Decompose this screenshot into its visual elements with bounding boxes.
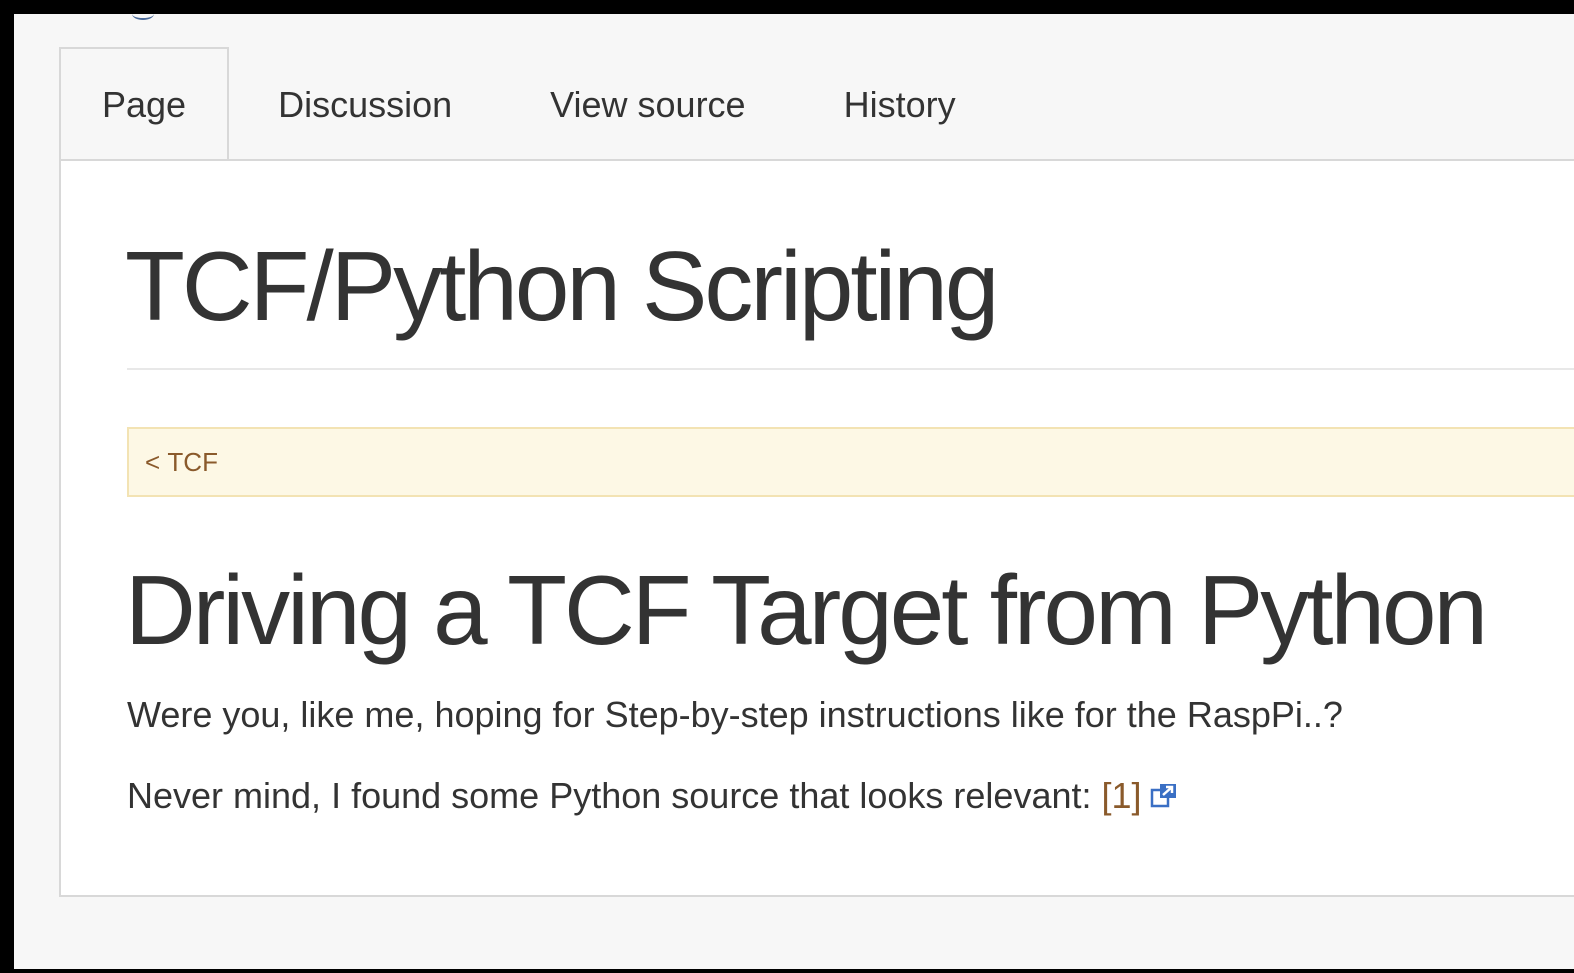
tab-page[interactable]: Page xyxy=(59,47,230,161)
tab-view-source[interactable]: View source xyxy=(501,47,794,161)
section-heading: Driving a TCF Target from Python xyxy=(125,555,1488,665)
external-link-label: [1] xyxy=(1101,775,1142,816)
breadcrumb-link-tcf[interactable]: TCF xyxy=(167,447,218,478)
content-area: TCF/Python Scripting < TCF Driving a TCF… xyxy=(59,159,1574,897)
breadcrumb: < TCF xyxy=(127,427,1574,497)
paragraph-2: Never mind, I found some Python source t… xyxy=(127,778,1178,816)
tab-discussion[interactable]: Discussion xyxy=(229,47,501,161)
cropped-logo-fragment xyxy=(132,14,154,20)
page-tabs: Page Discussion View source History xyxy=(59,47,1005,161)
external-link-icon[interactable] xyxy=(1150,780,1178,816)
external-link[interactable]: [1] xyxy=(1102,775,1178,816)
breadcrumb-prefix: < xyxy=(145,446,168,477)
title-divider xyxy=(127,368,1574,370)
browser-viewport: Page Discussion View source History TCF/… xyxy=(14,14,1574,969)
paragraph-2-text: Never mind, I found some Python source t… xyxy=(127,775,1102,816)
paragraph-1: Were you, like me, hoping for Step-by-st… xyxy=(127,694,1343,735)
page-title: TCF/Python Scripting xyxy=(125,231,999,341)
tab-history[interactable]: History xyxy=(795,47,1005,161)
